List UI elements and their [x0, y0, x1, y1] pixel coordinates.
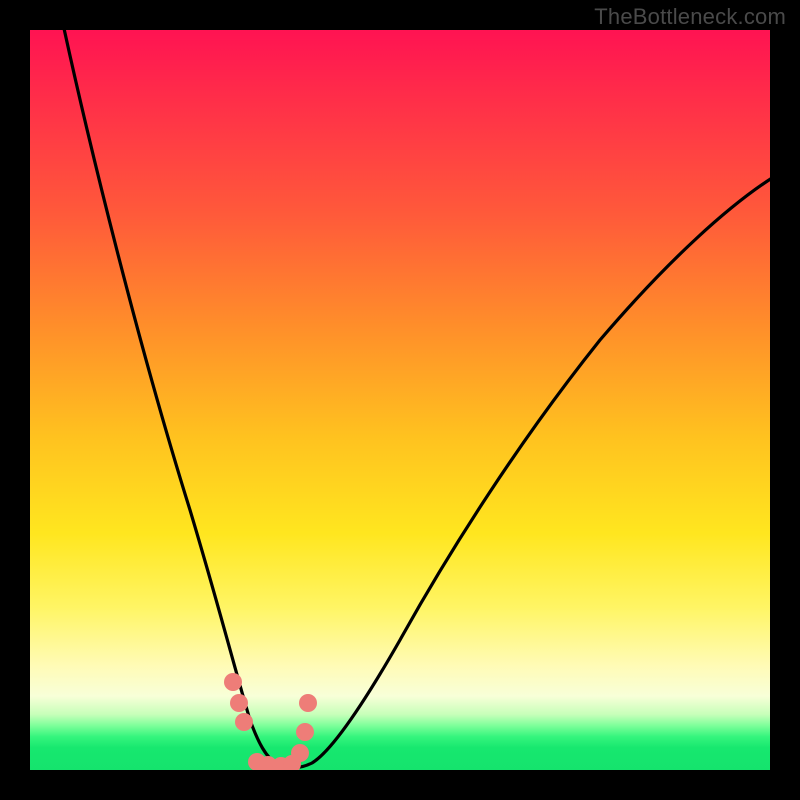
chart-svg: [30, 30, 770, 770]
optimal-range-dots: [224, 673, 317, 770]
watermark-text: TheBottleneck.com: [594, 4, 786, 30]
bottleneck-curve: [60, 30, 770, 768]
outer-frame: TheBottleneck.com: [0, 0, 800, 800]
plot-area: [30, 30, 770, 770]
